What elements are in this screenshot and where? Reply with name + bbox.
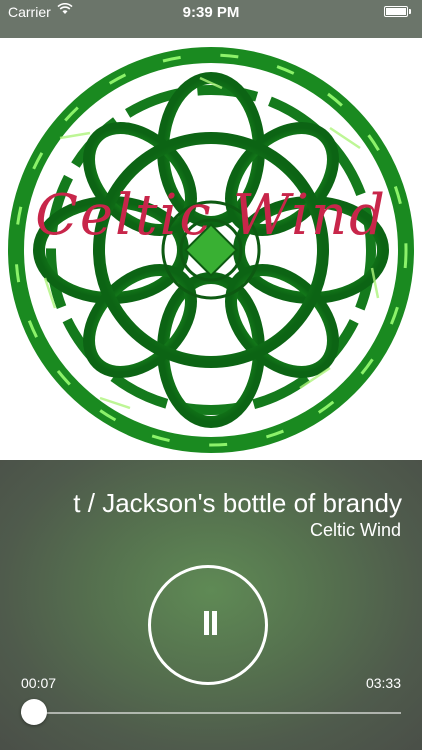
album-artwork: Celtic Wind [0,38,422,460]
elapsed-time: 00:07 [21,675,57,691]
celtic-knot-image [8,47,414,453]
player-controls: t / Jackson's bottle of brandy Celtic Wi… [0,460,422,750]
progress-thumb[interactable] [20,699,47,725]
battery-icon [384,6,411,17]
track-title: t / Jackson's bottle of brandy [73,488,402,518]
status-bar: Carrier 9:39 PM [0,0,422,38]
total-duration: 03:33 [365,675,401,691]
status-time: 9:39 PM [182,4,240,21]
pause-icon [194,611,222,639]
artwork-title-text: Celtic Wind [35,183,387,248]
progress-slider[interactable] [20,699,401,725]
track-artist: Celtic Wind [309,520,401,540]
play-pause-button[interactable] [148,565,268,685]
